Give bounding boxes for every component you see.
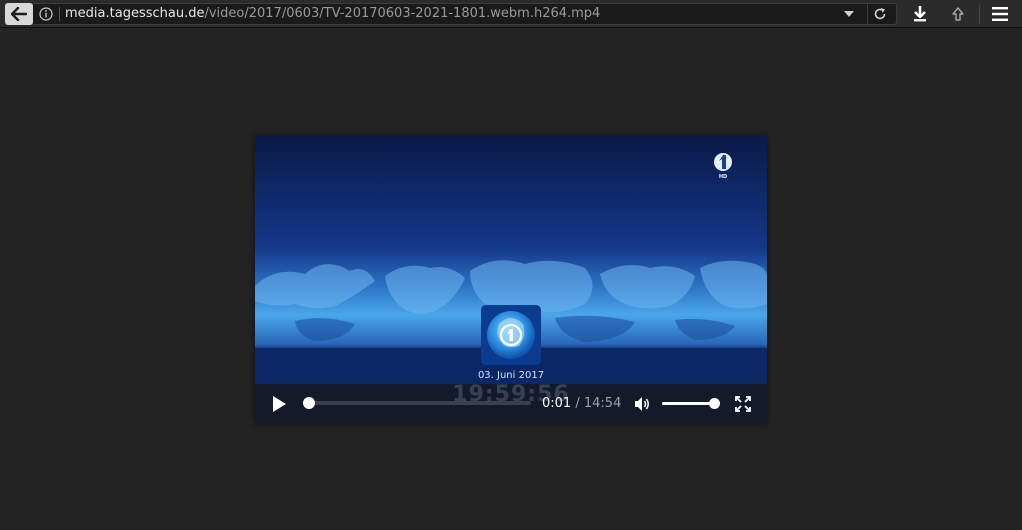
volume-thumb[interactable] [709, 398, 720, 409]
download-icon[interactable] [911, 5, 929, 23]
url-domain: media.tagesschau.de [65, 6, 205, 21]
chevron-down-icon[interactable] [843, 9, 855, 19]
ard-one-logo-icon [714, 153, 732, 171]
volume-slider[interactable] [662, 398, 720, 409]
total-time: 14:54 [583, 396, 622, 411]
back-arrow-icon [11, 7, 27, 21]
progress-bar[interactable] [303, 397, 531, 409]
time-separator: / [575, 396, 580, 411]
fullscreen-button[interactable] [735, 396, 751, 412]
speaker-icon [635, 397, 649, 411]
play-icon [273, 396, 286, 412]
hamburger-menu-icon[interactable] [991, 5, 1009, 23]
back-button[interactable] [5, 3, 33, 25]
video-frame[interactable]: HD [255, 136, 767, 384]
upload-icon[interactable] [949, 5, 967, 23]
url-separator-2 [867, 4, 868, 24]
fullscreen-icon [735, 396, 751, 412]
volume-fill [662, 402, 714, 405]
url-text[interactable]: media.tagesschau.de/video/2017/0603/TV-2… [65, 6, 600, 22]
video-player[interactable]: HD 03. Juni 2017 19:59:56 0:01 / 14:54 [255, 136, 767, 424]
url-path: /video/2017/0603/TV-20170603-2021-1801.w… [204, 6, 601, 21]
current-time: 0:01 [542, 396, 572, 411]
reload-icon[interactable] [873, 7, 887, 21]
info-icon[interactable] [39, 7, 53, 21]
url-bar[interactable]: media.tagesschau.de/video/2017/0603/TV-2… [33, 3, 897, 25]
tagesschau-logo [481, 305, 541, 365]
time-display: 0:01 / 14:54 [542, 396, 621, 411]
toolbar-separator [979, 4, 980, 24]
video-date: 03. Juni 2017 [477, 370, 545, 381]
browser-toolbar: media.tagesschau.de/video/2017/0603/TV-2… [0, 0, 1022, 28]
play-button[interactable] [271, 395, 287, 413]
url-separator [59, 7, 60, 21]
mute-button[interactable] [633, 395, 651, 413]
channel-badge: HD [719, 174, 727, 180]
